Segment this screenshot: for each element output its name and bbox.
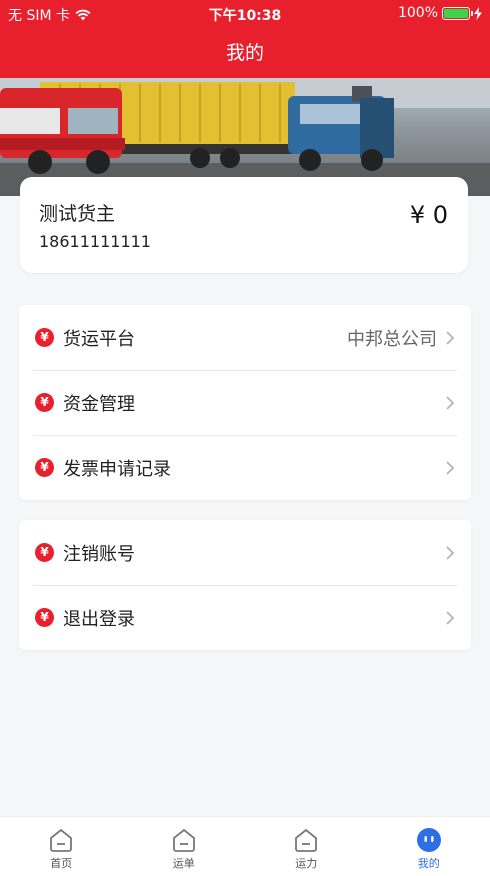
- battery-icon: [442, 6, 473, 20]
- battery-percent: 100%: [397, 5, 438, 21]
- bottom-tab-bar: 首页 运单 运力 我的: [0, 816, 490, 876]
- home-icon: [172, 828, 195, 852]
- tab-mine[interactable]: 我的: [368, 817, 490, 876]
- menu-item-value: 中邦总公司: [347, 328, 437, 350]
- chevron-right-icon: [446, 396, 455, 410]
- menu-item-label: 注销账号: [63, 543, 135, 565]
- yen-icon: ¥: [35, 328, 54, 347]
- menu-item-label: 发票申请记录: [63, 458, 171, 480]
- menu-group-session: ¥ 注销账号 ¥ 退出登录: [19, 520, 471, 650]
- tab-home[interactable]: 首页: [0, 817, 123, 876]
- tab-label: 运力: [295, 857, 318, 870]
- menu-item-delete-account[interactable]: ¥ 注销账号: [19, 520, 471, 585]
- page-title: 我的: [225, 42, 264, 64]
- user-phone: 18611111111: [39, 232, 151, 251]
- chevron-right-icon: [446, 331, 455, 345]
- chevron-right-icon: [446, 546, 455, 560]
- header-bar: 无 SIM 卡 下午10:38 100% 我的: [0, 0, 490, 78]
- user-name: 测试货主: [39, 203, 116, 225]
- menu-item-logout[interactable]: ¥ 退出登录: [19, 585, 471, 650]
- user-card[interactable]: 测试货主 18611111111 ¥ 0: [20, 177, 468, 273]
- account-balance: ¥ 0: [409, 201, 448, 229]
- yen-icon: ¥: [35, 393, 54, 412]
- status-bar: 无 SIM 卡 下午10:38 100%: [0, 0, 490, 26]
- status-right: 100%: [398, 5, 482, 21]
- chevron-right-icon: [446, 611, 455, 625]
- profile-icon: [416, 828, 441, 852]
- home-icon: [295, 828, 318, 852]
- tab-label: 运单: [172, 857, 195, 870]
- tab-label: 我的: [417, 857, 440, 870]
- menu-item-freight-platform[interactable]: ¥ 货运平台 中邦总公司: [19, 305, 471, 370]
- menu-item-label: 退出登录: [63, 608, 135, 630]
- tab-capacity[interactable]: 运力: [245, 817, 368, 876]
- menu-item-label: 货运平台: [63, 328, 135, 350]
- menu-item-invoice-records[interactable]: ¥ 发票申请记录: [19, 435, 471, 500]
- menu-item-fund-management[interactable]: ¥ 资金管理: [19, 370, 471, 435]
- menu-group-account: ¥ 货运平台 中邦总公司 ¥ 资金管理 ¥ 发票申请记录: [19, 305, 471, 500]
- menu-item-label: 资金管理: [63, 393, 135, 415]
- tab-waybill[interactable]: 运单: [123, 817, 246, 876]
- charging-bolt-icon: [474, 6, 482, 20]
- yen-icon: ¥: [35, 608, 54, 627]
- chevron-right-icon: [446, 461, 455, 475]
- tab-label: 首页: [50, 857, 73, 870]
- home-icon: [50, 828, 73, 852]
- yen-icon: ¥: [35, 458, 54, 477]
- yen-icon: ¥: [35, 543, 54, 562]
